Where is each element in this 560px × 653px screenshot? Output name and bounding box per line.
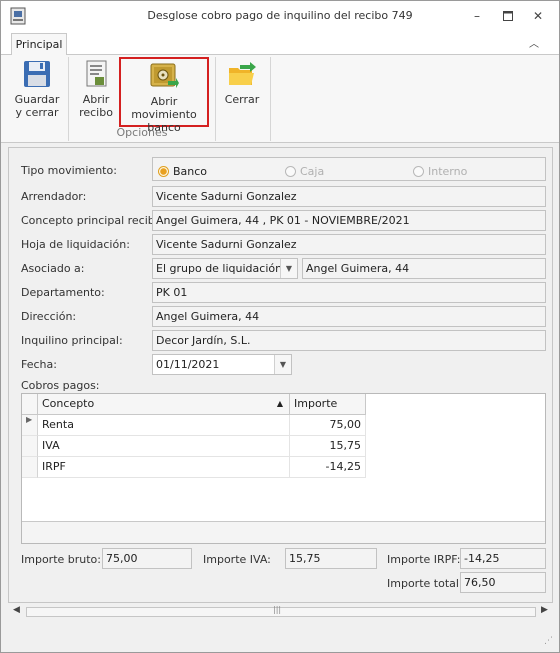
maximize-icon	[503, 11, 513, 21]
dialog-window: Desglose cobro pago de inquilino del rec…	[0, 0, 560, 653]
resize-grip-icon[interactable]: ⋰	[544, 636, 553, 646]
ribbon-separator	[68, 57, 69, 141]
tipo-movimiento-group: Banco Caja Interno	[152, 157, 546, 181]
radio-unselected-icon	[285, 166, 296, 177]
table-cell[interactable]: 15,75	[290, 436, 366, 457]
hoja-liquidacion-label: Hoja de liquidación:	[21, 238, 130, 251]
importe-iva-label: Importe IVA:	[203, 553, 271, 566]
close-button[interactable]: Cerrar	[221, 57, 263, 125]
grid-footer	[22, 521, 545, 543]
importe-iva-field[interactable]: 15,75	[285, 548, 377, 569]
open-receipt-button[interactable]: Abrir recibo	[75, 57, 117, 125]
scrollbar-thumb[interactable]: |||	[26, 605, 536, 617]
departamento-field[interactable]: PK 01	[152, 282, 546, 303]
horizontal-scrollbar[interactable]: ◀ ||| ▶	[8, 603, 553, 621]
chevron-down-icon[interactable]: ▼	[280, 259, 297, 278]
importe-total-label: Importe total:	[387, 577, 463, 590]
importe-bruto-field[interactable]: 75,00	[102, 548, 192, 569]
ribbon-separator	[270, 57, 271, 141]
importe-bruto-label: Importe bruto:	[21, 553, 101, 566]
column-header-concepto[interactable]: Concepto ▲	[38, 394, 290, 415]
receipt-icon	[86, 60, 107, 87]
importe-irpf-label: Importe IRPF:	[387, 553, 461, 566]
inquilino-field[interactable]: Decor Jardín, S.L.	[152, 330, 546, 351]
close-window-button[interactable]: ✕	[528, 7, 548, 25]
save-close-button[interactable]: Guardar y cerrar	[11, 57, 63, 125]
asociado-tipo-select[interactable]: El grupo de liquidación ▼	[152, 258, 298, 279]
asociado-valor-field[interactable]: Angel Guimera, 44	[302, 258, 546, 279]
title-bar: Desglose cobro pago de inquilino del rec…	[1, 1, 559, 31]
fecha-label: Fecha:	[21, 358, 57, 371]
tipo-movimiento-label: Tipo movimiento:	[21, 164, 117, 177]
concepto-label: Concepto principal recibo:	[21, 214, 166, 227]
table-cell[interactable]: -14,25	[290, 457, 366, 478]
tab-principal[interactable]: Principal	[11, 33, 67, 56]
importe-total-field[interactable]: 76,50	[460, 572, 546, 593]
scroll-left-icon[interactable]: ◀	[13, 605, 20, 615]
ribbon-separator	[215, 57, 216, 141]
direccion-field[interactable]: Angel Guimera, 44	[152, 306, 546, 327]
table-cell[interactable]: IRPF	[38, 457, 290, 478]
hoja-liquidacion-field[interactable]: Vicente Sadurni Gonzalez	[152, 234, 546, 255]
grip-icon: |||	[273, 605, 282, 614]
row-indicator[interactable]: ▶	[22, 415, 38, 436]
cobros-pagos-grid: Concepto ▲ Importe ▶ Renta 75,00 IVA 15,…	[21, 393, 546, 544]
folder-exit-icon	[229, 62, 256, 85]
maximize-button[interactable]	[498, 7, 518, 25]
sort-ascending-icon: ▲	[276, 399, 283, 408]
minimize-button[interactable]: –	[467, 7, 487, 25]
direccion-label: Dirección:	[21, 310, 77, 323]
fecha-date-picker[interactable]: 01/11/2021 ▼	[152, 354, 292, 375]
departamento-label: Departamento:	[21, 286, 105, 299]
radio-interno[interactable]: Interno	[413, 162, 467, 180]
asociado-label: Asociado a:	[21, 262, 85, 275]
current-row-icon: ▶	[26, 415, 33, 424]
row-indicator[interactable]	[22, 436, 38, 457]
grid-indicator-header	[22, 394, 38, 415]
radio-caja[interactable]: Caja	[285, 162, 324, 180]
safe-icon	[150, 63, 179, 88]
scroll-right-icon[interactable]: ▶	[541, 605, 548, 615]
ribbon-group-label: Opciones	[116, 126, 168, 139]
arrendador-field[interactable]: Vicente Sadurni Gonzalez	[152, 186, 546, 207]
inquilino-label: Inquilino principal:	[21, 334, 123, 347]
importe-irpf-field[interactable]: -14,25	[460, 548, 546, 569]
chevron-down-icon[interactable]: ▼	[274, 355, 291, 374]
arrendador-label: Arrendador:	[21, 190, 87, 203]
table-cell[interactable]: Renta	[38, 415, 290, 436]
concepto-field[interactable]: Angel Guimera, 44 , PK 01 - NOVIEMBRE/20…	[152, 210, 546, 231]
column-header-importe[interactable]: Importe	[290, 394, 366, 415]
radio-banco[interactable]: Banco	[158, 162, 207, 180]
floppy-disk-icon	[24, 61, 50, 87]
ribbon: Guardar y cerrar Abrir recibo Abrir movi…	[1, 55, 559, 143]
row-indicator[interactable]	[22, 457, 38, 478]
radio-unselected-icon	[413, 166, 424, 177]
ribbon-tab-bar: Principal ︿	[1, 31, 559, 56]
radio-selected-icon	[158, 166, 169, 177]
collapse-ribbon-icon[interactable]: ︿	[529, 35, 539, 50]
table-cell[interactable]: 75,00	[290, 415, 366, 436]
table-cell[interactable]: IVA	[38, 436, 290, 457]
open-bank-movement-button[interactable]: Abrir movimiento banco	[119, 57, 209, 134]
form-panel: Tipo movimiento: Banco Caja Interno Arre…	[8, 147, 553, 603]
cobros-pagos-label: Cobros pagos:	[21, 379, 100, 392]
